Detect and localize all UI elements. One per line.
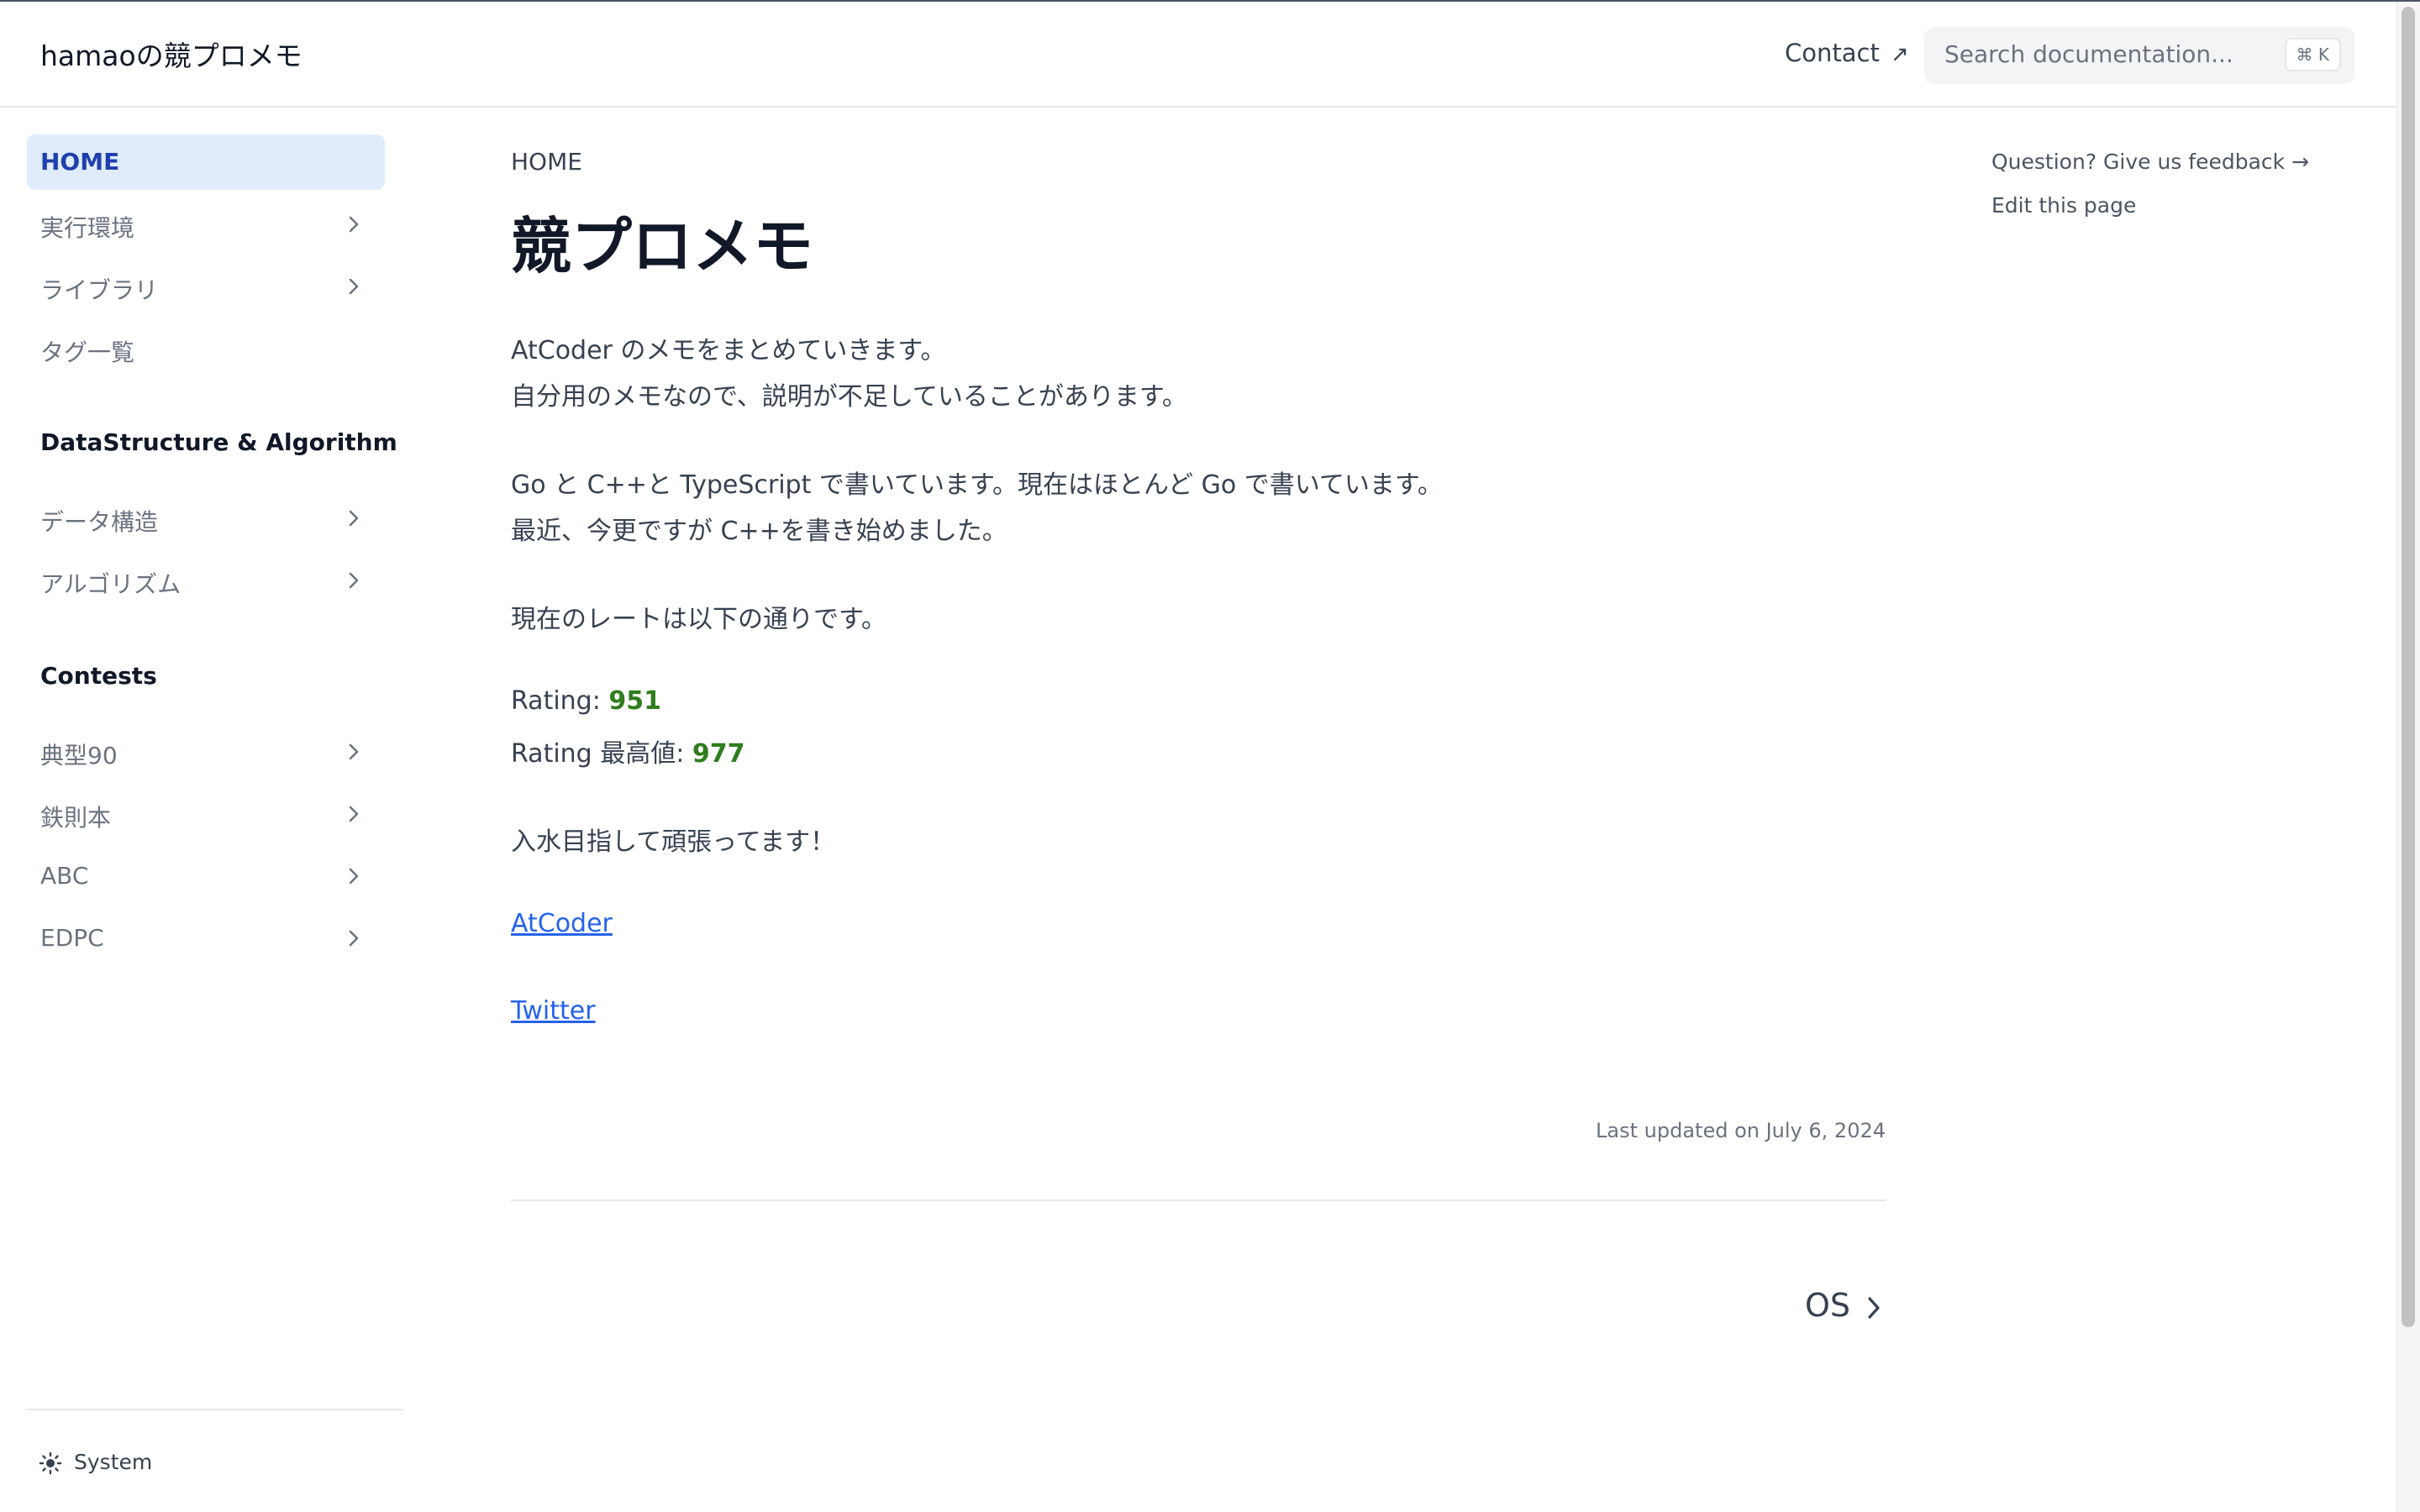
sidebar-item-edpc[interactable]: EDPC [27,911,385,966]
language-line-2: 最近、今更ですが C++を書き始めました。 [511,517,1007,546]
language-line-1: Go と C++と TypeScript で書いています。現在はほとんど Go … [511,470,1443,500]
chevron-right-icon [349,278,359,295]
breadcrumb[interactable]: HOME [511,148,582,176]
sidebar-item-runtime[interactable]: 実行環境 [27,197,385,252]
feedback-link[interactable]: Question? Give us feedback → [1991,150,2309,174]
max-rating-value: 977 [692,739,745,769]
top-navbar: hamaoの競プロメモ Contact ↗ Search documentati… [0,2,2396,108]
sidebar-item-data-structures[interactable]: データ構造 [27,491,385,546]
sidebar: HOME 実行環境 ライブラリ タグ一覧 DataStructure & Alg… [0,108,412,1512]
chevron-right-icon [349,743,359,760]
edit-page-link[interactable]: Edit this page [1991,193,2136,218]
sidebar-divider [27,1409,403,1410]
chevron-right-icon [1868,1297,1880,1319]
search-shortcut-badge: ⌘ K [2284,38,2341,71]
next-page-link[interactable]: OS [1785,1287,1886,1329]
sidebar-item-home[interactable]: HOME [27,134,385,190]
chevron-right-icon [349,806,359,822]
rating-line: Rating: 951 [511,686,661,716]
sidebar-item-library[interactable]: ライブラリ [27,259,385,314]
sidebar-item-label: EDPC [40,924,104,952]
chevron-right-icon [349,868,359,885]
sidebar-item-algorithms[interactable]: アルゴリズム [27,553,385,608]
sidebar-item-label: 鉄則本 [40,804,112,832]
chevron-right-icon [349,930,359,947]
external-arrow-icon: ↗ [1891,42,1909,67]
sidebar-section-title: DataStructure & Algorithm [40,428,397,456]
last-updated: Last updated on July 6, 2024 [1596,1119,1886,1142]
sun-icon [39,1452,62,1475]
sidebar-item-label: データ構造 [40,508,159,536]
twitter-link[interactable]: Twitter [511,996,596,1026]
scrollbar-thumb[interactable] [2402,7,2415,1327]
goal-text: 入水目指して頑張ってます！ [511,827,836,857]
search-box[interactable]: Search documentation... ⌘ K [1924,27,2354,84]
site-logo[interactable]: hamaoの競プロメモ [40,34,302,74]
content-divider [511,1200,1886,1201]
sidebar-item-label: HOME [40,148,120,176]
sidebar-item-tags[interactable]: タグ一覧 [27,321,385,376]
sidebar-item-label: 典型90 [40,742,118,769]
chevron-right-icon [349,510,359,527]
sidebar-item-abc[interactable]: ABC [27,848,385,904]
sidebar-item-label: アルゴリズム [40,570,182,598]
main-content: HOME 競プロメモ AtCoder のメモをまとめていきます。 自分用のメモな… [511,108,1886,1512]
chevron-right-icon [349,572,359,589]
intro-line-1: AtCoder のメモをまとめていきます。 [511,336,946,365]
sidebar-item-label: タグ一覧 [40,339,135,366]
rating-intro: 現在のレートは以下の通りです。 [511,605,886,634]
sidebar-section-title: Contests [40,662,157,690]
contact-link[interactable]: Contact ↗ [1785,39,1909,67]
sidebar-item-label: ライブラリ [40,276,159,304]
chevron-right-icon [349,216,359,233]
sidebar-item-label: ABC [40,862,89,890]
next-page-label: OS [1804,1287,1850,1324]
rating-label: Rating: [511,686,609,716]
sidebar-item-tessoku[interactable]: 鉄則本 [27,786,385,842]
intro-line-2: 自分用のメモなので、説明が不足していることがあります。 [511,382,1187,412]
page-title: 競プロメモ [511,211,814,281]
contact-label: Contact [1785,39,1880,67]
max-rating-line: Rating 最高値: 977 [511,732,745,769]
sidebar-item-typical90[interactable]: 典型90 [27,724,385,780]
search-input[interactable]: Search documentation... [1944,40,2233,68]
rating-value: 951 [608,686,661,716]
sidebar-item-label: 実行環境 [40,214,135,242]
theme-label: System [74,1450,153,1474]
atcoder-link[interactable]: AtCoder [511,909,613,938]
max-rating-label: Rating 最高値: [511,739,692,769]
